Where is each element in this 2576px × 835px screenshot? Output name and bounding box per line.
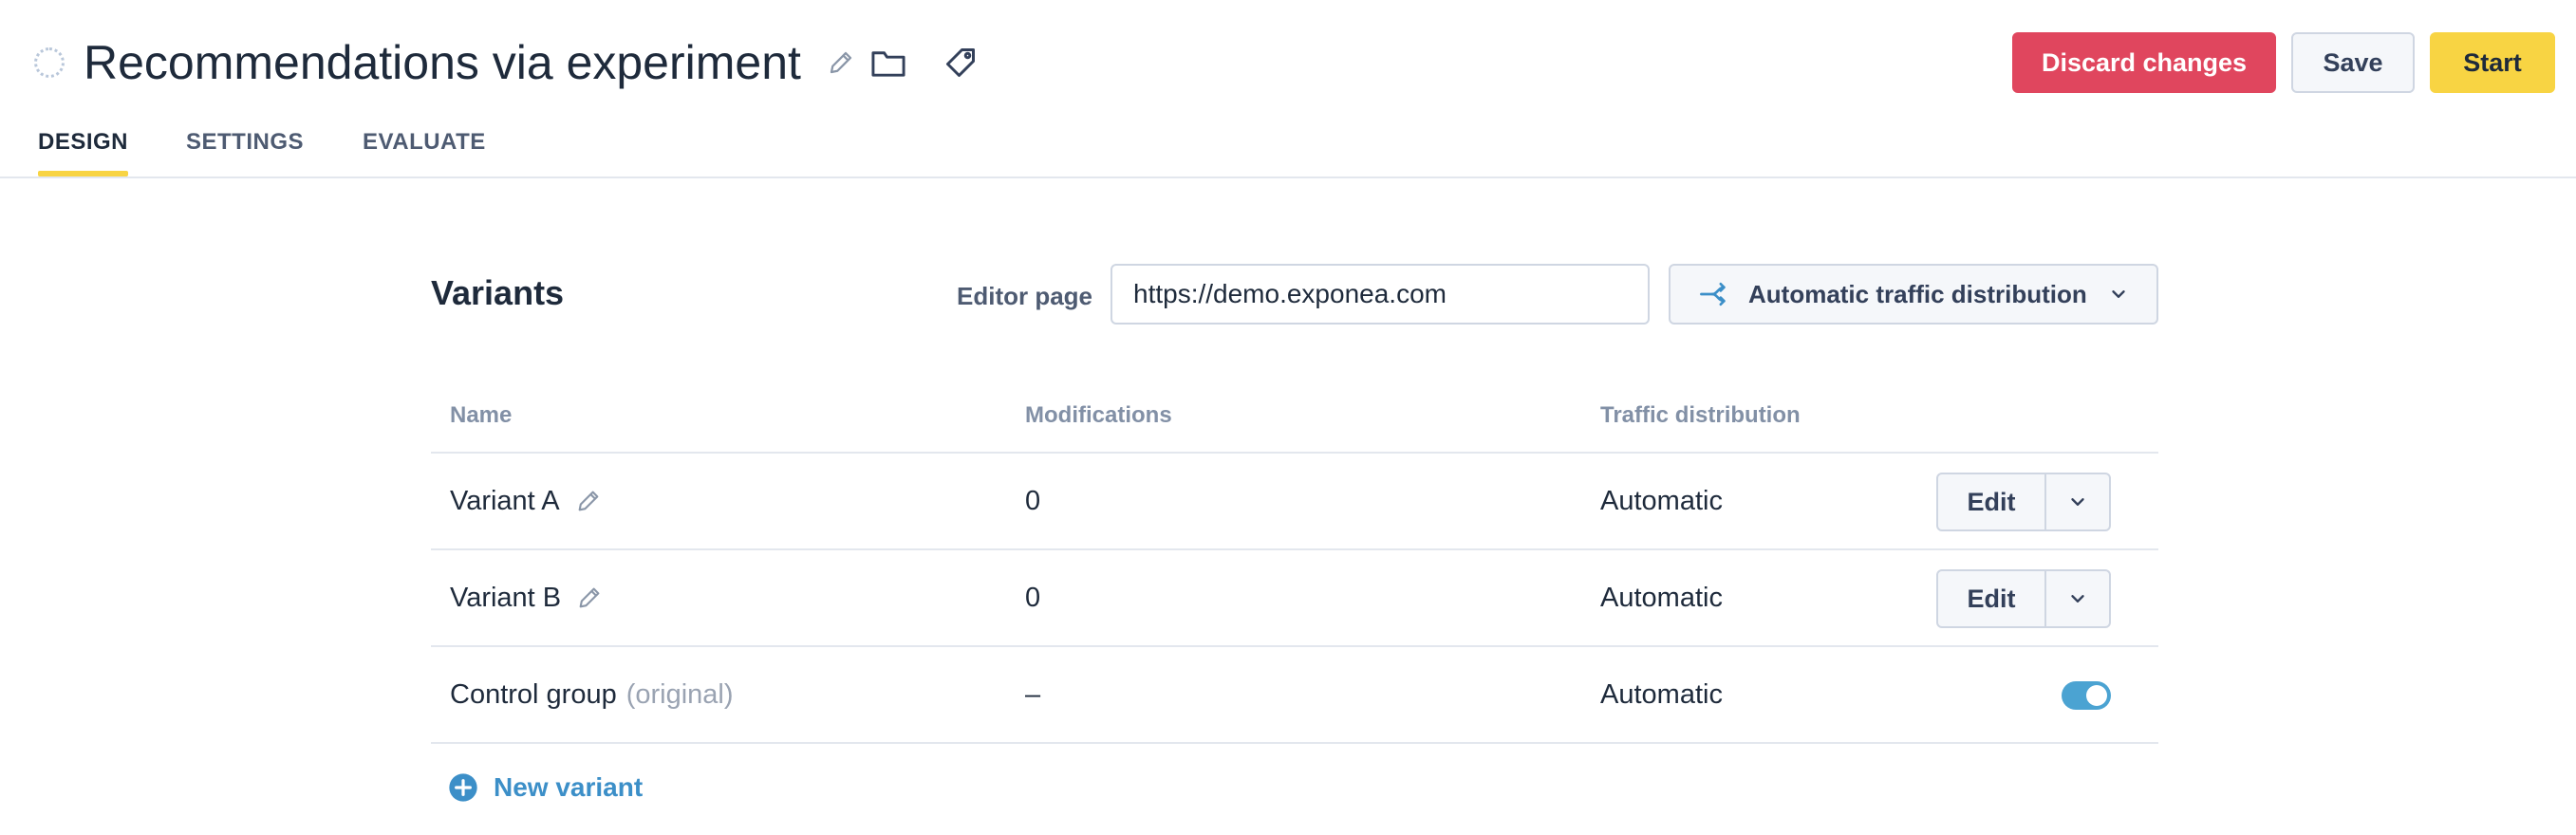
page-header: Recommendations via experiment Discard c…	[0, 0, 2576, 178]
new-variant-button[interactable]: New variant	[448, 767, 643, 808]
table-row: Variant B 0 Automatic Edit	[431, 550, 2158, 647]
edit-button[interactable]: Edit	[1938, 474, 2046, 529]
variants-table: Name Modifications Traffic distribution …	[431, 389, 2158, 744]
editor-page-label: Editor page	[957, 282, 1093, 310]
variant-name: Control group	[450, 678, 617, 710]
variants-title: Variants	[431, 273, 565, 312]
editor-page-input[interactable]	[1111, 264, 1650, 325]
edit-button[interactable]: Edit	[1938, 571, 2046, 626]
pencil-icon[interactable]	[820, 42, 862, 84]
modifications-count: 0	[1025, 485, 1041, 516]
pencil-icon[interactable]	[575, 488, 602, 514]
variant-name: Variant A	[450, 485, 560, 516]
plus-circle-icon	[448, 772, 478, 803]
new-variant-label: New variant	[494, 772, 644, 802]
discard-changes-button[interactable]: Discard changes	[2012, 32, 2276, 93]
traffic-value: Automatic	[1600, 678, 1723, 710]
control-group-toggle[interactable]	[2062, 681, 2111, 710]
share-icon	[1699, 280, 1733, 308]
chevron-down-icon[interactable]	[2046, 474, 2109, 529]
traffic-distribution-label: Automatic traffic distribution	[1748, 279, 2087, 308]
column-modifications: Modifications	[1025, 402, 1172, 428]
table-row: Variant A 0 Automatic Edit	[431, 454, 2158, 550]
column-name: Name	[450, 402, 513, 428]
edit-split-button: Edit	[1936, 473, 2111, 531]
pencil-icon[interactable]	[576, 584, 603, 611]
modifications-count: 0	[1025, 582, 1041, 613]
column-traffic-distribution: Traffic distribution	[1600, 402, 1801, 428]
traffic-value: Automatic	[1600, 485, 1723, 516]
table-row: Control group (original) – Automatic	[431, 647, 2158, 744]
edit-split-button: Edit	[1936, 569, 2111, 628]
chevron-down-icon	[2108, 284, 2129, 305]
traffic-distribution-button[interactable]: Automatic traffic distribution	[1669, 264, 2158, 325]
start-button[interactable]: Start	[2430, 32, 2555, 93]
table-header: Name Modifications Traffic distribution	[431, 389, 2158, 454]
modifications-count: –	[1025, 678, 1041, 710]
variant-name: Variant B	[450, 582, 562, 613]
tab-evaluate[interactable]: EVALUATE	[363, 121, 486, 176]
original-tag: (original)	[625, 678, 734, 710]
chevron-down-icon[interactable]	[2046, 571, 2109, 626]
traffic-value: Automatic	[1600, 582, 1723, 613]
folder-icon[interactable]	[868, 42, 909, 84]
tab-settings[interactable]: SETTINGS	[186, 121, 304, 176]
save-button[interactable]: Save	[2291, 32, 2415, 93]
page-title: Recommendations via experiment	[84, 36, 801, 89]
tab-design[interactable]: DESIGN	[38, 121, 129, 176]
tag-icon[interactable]	[940, 42, 981, 84]
status-icon	[34, 47, 65, 78]
